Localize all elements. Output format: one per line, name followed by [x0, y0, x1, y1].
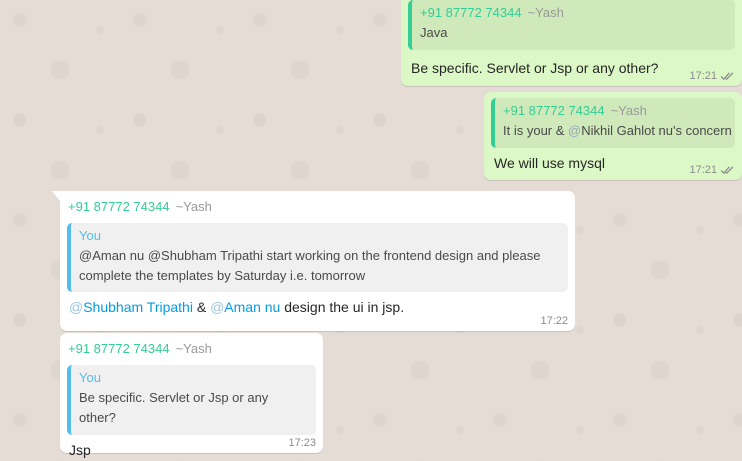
- message-meta: 17:23: [288, 437, 316, 449]
- quote-text: It is your & @Nikhil Gahlot nu's concern: [503, 121, 732, 141]
- quoted-message[interactable]: +91 87772 74344 ~Yash It is your & @Nikhi…: [491, 98, 735, 148]
- message-time: 17:21: [689, 70, 717, 82]
- quote-text: @Aman nu @Shubham Tripathi start working…: [79, 248, 541, 283]
- sender-push-name: ~Yash: [175, 199, 212, 214]
- mention-aman[interactable]: Aman nu: [224, 299, 280, 315]
- message-text-amp: &: [192, 299, 211, 315]
- quoted-message[interactable]: You Be specific. Servlet or Jsp or any o…: [67, 365, 316, 435]
- double-check-icon: [720, 72, 734, 81]
- message-meta: 17:22: [540, 315, 568, 327]
- message-text: @Shubham Tripathi & @Aman nu design the …: [67, 298, 568, 317]
- message-text-rest: design the ui in jsp.: [280, 299, 405, 315]
- message-incoming[interactable]: +91 87772 74344 ~Yash You @Aman nu @Shubh…: [52, 191, 575, 331]
- quoted-message[interactable]: You @Aman nu @Shubham Tripathi start wor…: [67, 223, 568, 292]
- double-check-icon: [720, 166, 734, 175]
- mention-shubham[interactable]: Shubham Tripathi: [83, 299, 193, 315]
- quote-author: You: [79, 370, 101, 385]
- message-text: Be specific. Servlet or Jsp or any other…: [411, 60, 659, 76]
- mention-at-sign: @: [210, 299, 225, 315]
- message-time: 17:22: [540, 315, 568, 327]
- quote-author: You: [79, 228, 101, 243]
- message-outgoing[interactable]: +91 87772 74344 ~Yash It is your & @Nikhi…: [484, 92, 742, 180]
- quoted-message[interactable]: +91 87772 74344 ~Yash Java: [408, 0, 735, 50]
- quote-author: +91 87772 74344: [503, 103, 605, 118]
- quote-text: Java: [420, 25, 448, 40]
- message-incoming[interactable]: +91 87772 74344 ~Yash You Be specific. Se…: [60, 333, 323, 458]
- message-outgoing[interactable]: +91 87772 74344 ~Yash Java Be specific. S…: [401, 0, 742, 86]
- bubble-tail: [52, 191, 60, 201]
- message-time: 17:21: [689, 164, 717, 176]
- message-time: 17:23: [288, 437, 316, 449]
- quote-push-name: ~Yash: [527, 5, 564, 20]
- quote-push-name: ~Yash: [610, 103, 647, 118]
- message-meta: 17:21: [689, 164, 735, 176]
- sender-number: +91 87772 74344: [68, 341, 170, 356]
- mention-name: Nikhil Gahlot nu's concern: [581, 123, 732, 138]
- mention-at-sign: @: [568, 123, 582, 138]
- sender-number: +91 87772 74344: [68, 199, 170, 214]
- message-text: Jsp: [69, 442, 91, 458]
- quote-text: Be specific. Servlet or Jsp or any other…: [79, 390, 269, 425]
- message-meta: 17:21: [689, 70, 735, 82]
- quote-author: +91 87772 74344: [420, 5, 522, 20]
- mention-at-sign: @: [69, 299, 84, 315]
- sender-push-name: ~Yash: [175, 341, 212, 356]
- quote-text-prefix: It is your &: [503, 123, 569, 138]
